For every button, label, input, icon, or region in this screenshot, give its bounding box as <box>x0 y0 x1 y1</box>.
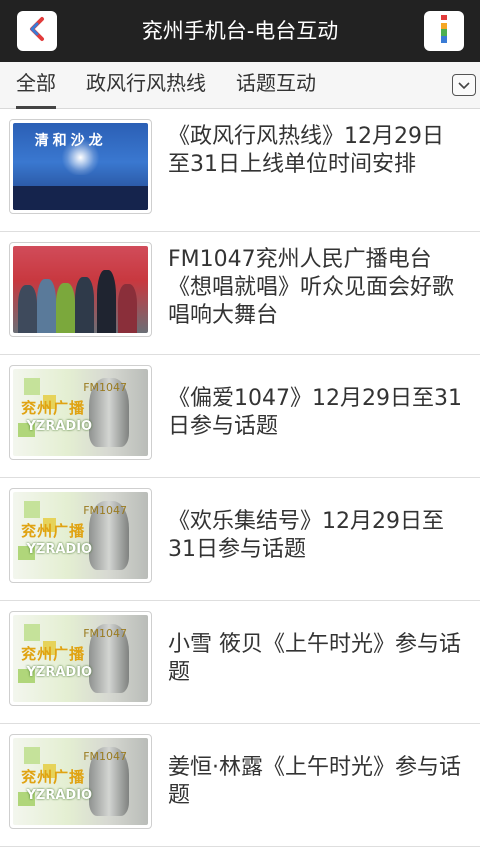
radio-logo-image: 兖州广播 YZRADIO FM1047 <box>13 369 148 456</box>
radio-logo-image: 兖州广播 YZRADIO FM1047 <box>13 615 148 702</box>
info-icon <box>439 15 449 47</box>
tab-topics[interactable]: 话题互动 <box>236 62 316 106</box>
item-title: 小雪 筱贝《上午时光》参与话题 <box>168 632 461 685</box>
tab-bar: 全部 政风行风热线 话题互动 <box>0 62 480 109</box>
item-thumbnail: 兖州广播 YZRADIO FM1047 <box>9 365 152 460</box>
item-title: 《欢乐集结号》12月29日至31日参与话题 <box>168 509 444 562</box>
list-item[interactable]: 兖州广播 YZRADIO FM1047 《偏爱1047》12月29日至31日参与… <box>0 355 480 478</box>
item-thumbnail: 兖州广播 YZRADIO FM1047 <box>9 488 152 583</box>
page-title: 兖州手机台-电台互动 <box>141 19 339 43</box>
list-item[interactable]: 兖州广播 YZRADIO FM1047 小雪 筱贝《上午时光》参与话题 <box>0 601 480 724</box>
chevron-down-icon <box>457 76 471 95</box>
info-button[interactable] <box>424 11 464 51</box>
item-title: FM1047兖州人民广播电台《想唱就唱》听众见面会好歌唱响大舞台 <box>168 247 455 328</box>
stage-photo: 清和沙龙 <box>13 123 148 210</box>
tab-hotline[interactable]: 政风行风热线 <box>86 62 206 106</box>
item-title: 《政风行风热线》12月29日至31日上线单位时间安排 <box>168 124 444 177</box>
radio-logo-image: 兖州广播 YZRADIO FM1047 <box>13 738 148 825</box>
item-title: 《偏爱1047》12月29日至31日参与话题 <box>168 386 462 439</box>
item-thumbnail: 兖州广播 YZRADIO FM1047 <box>9 734 152 829</box>
radio-logo-image: 兖州广播 YZRADIO FM1047 <box>13 492 148 579</box>
list-item[interactable]: FM1047兖州人民广播电台《想唱就唱》听众见面会好歌唱响大舞台 <box>0 232 480 355</box>
list-item[interactable]: 兖州广播 YZRADIO FM1047 《欢乐集结号》12月29日至31日参与话… <box>0 478 480 601</box>
header-bar: 兖州手机台-电台互动 <box>0 0 480 62</box>
crowd-photo <box>13 246 148 333</box>
tab-all[interactable]: 全部 <box>16 62 56 109</box>
list-item[interactable]: 兖州广播 YZRADIO FM1047 姜恒·林露《上午时光》参与话题 <box>0 724 480 847</box>
tab-menu-button[interactable] <box>452 74 476 96</box>
stage-logo: 清和沙龙 <box>34 132 107 149</box>
item-thumbnail: 清和沙龙 <box>9 119 152 214</box>
list-item[interactable]: 清和沙龙 《政风行风热线》12月29日至31日上线单位时间安排 <box>0 109 480 232</box>
item-title: 姜恒·林露《上午时光》参与话题 <box>168 755 461 808</box>
item-thumbnail: 兖州广播 YZRADIO FM1047 <box>9 611 152 706</box>
item-thumbnail <box>9 242 152 337</box>
